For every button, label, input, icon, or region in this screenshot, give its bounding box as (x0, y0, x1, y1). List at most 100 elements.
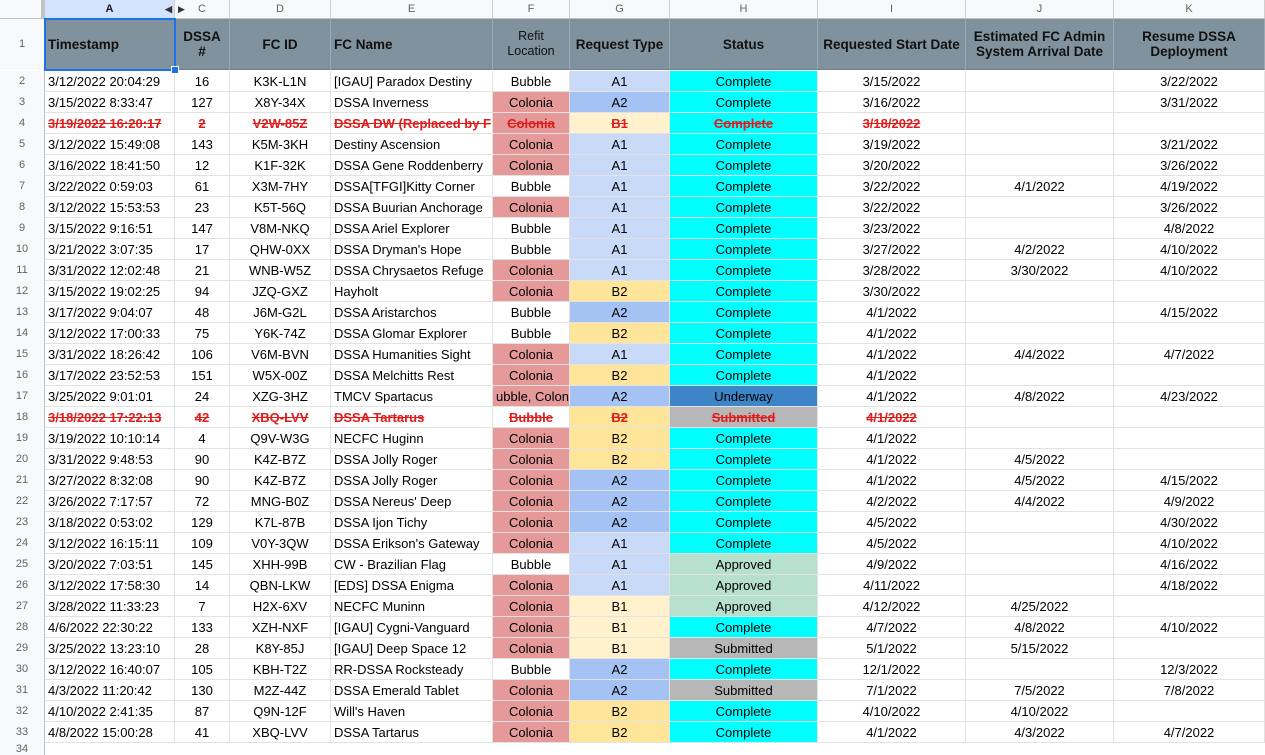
cell-requested-start-date[interactable]: 4/11/2022 (818, 575, 966, 596)
column-header-i[interactable]: I (818, 0, 966, 18)
cell-estimated-arrival-date[interactable] (966, 281, 1114, 302)
cell-dssa-number[interactable]: 130 (175, 680, 230, 701)
cell-refit-location[interactable]: Colonia (493, 113, 570, 134)
cell-requested-start-date[interactable]: 4/1/2022 (818, 302, 966, 323)
cell-refit-location[interactable]: Colonia (493, 533, 570, 554)
cell-timestamp[interactable]: 3/15/2022 8:33:47 (45, 92, 175, 113)
cell-status[interactable]: Complete (670, 449, 818, 470)
cell-requested-start-date[interactable]: 3/20/2022 (818, 155, 966, 176)
cell-request-type[interactable]: A2 (570, 659, 670, 680)
cell-request-type[interactable]: B2 (570, 323, 670, 344)
cell-refit-location[interactable]: Bubble (493, 407, 570, 428)
cell-fc-id[interactable]: K5M-3KH (230, 134, 331, 155)
cell-dssa-number[interactable]: 90 (175, 449, 230, 470)
cell-refit-location[interactable]: Bubble (493, 323, 570, 344)
cell-estimated-arrival-date[interactable] (966, 323, 1114, 344)
cell-refit-location[interactable]: Bubble (493, 239, 570, 260)
cell-timestamp[interactable]: 3/12/2022 17:58:30 (45, 575, 175, 596)
cell-dssa-number[interactable]: 145 (175, 554, 230, 575)
cell-timestamp[interactable]: 3/19/2022 10:10:14 (45, 428, 175, 449)
header-resume-deployment[interactable]: Resume DSSA Deployment (1114, 19, 1265, 70)
cell-request-type[interactable]: B1 (570, 638, 670, 659)
cell-status[interactable]: Complete (670, 92, 818, 113)
cell-status[interactable]: Complete (670, 218, 818, 239)
cell-dssa-number[interactable]: 17 (175, 239, 230, 260)
cell-status[interactable]: Complete (670, 239, 818, 260)
cell-fc-name[interactable]: RR-DSSA Rocksteady (331, 659, 493, 680)
cell-request-type[interactable]: A1 (570, 134, 670, 155)
cell-status[interactable]: Complete (670, 155, 818, 176)
cell-fc-name[interactable]: Hayholt (331, 281, 493, 302)
header-timestamp[interactable]: Timestamp (45, 19, 175, 70)
cell-requested-start-date[interactable]: 3/19/2022 (818, 134, 966, 155)
cell-fc-name[interactable]: DSSA Jolly Roger (331, 470, 493, 491)
cell-estimated-arrival-date[interactable]: 4/5/2022 (966, 449, 1114, 470)
cell-requested-start-date[interactable]: 4/9/2022 (818, 554, 966, 575)
header-fc-name[interactable]: FC Name (331, 19, 493, 70)
cell-estimated-arrival-date[interactable] (966, 407, 1114, 428)
cell-fc-id[interactable]: QHW-0XX (230, 239, 331, 260)
cell-estimated-arrival-date[interactable] (966, 428, 1114, 449)
cell-refit-location[interactable]: Colonia (493, 134, 570, 155)
cell-refit-location[interactable]: Colonia (493, 260, 570, 281)
cell-fc-id[interactable]: M2Z-44Z (230, 680, 331, 701)
cell-request-type[interactable]: B2 (570, 449, 670, 470)
cell-resume-deployment[interactable] (1114, 281, 1265, 302)
cell-refit-location[interactable]: Colonia (493, 197, 570, 218)
cell-resume-deployment[interactable]: 3/26/2022 (1114, 155, 1265, 176)
cell-fc-id[interactable]: K7L-87B (230, 512, 331, 533)
cell-fc-id[interactable]: Y6K-74Z (230, 323, 331, 344)
cell-resume-deployment[interactable]: 4/7/2022 (1114, 344, 1265, 365)
column-header-d[interactable]: D (230, 0, 331, 18)
cell-fc-name[interactable]: DSSA Emerald Tablet (331, 680, 493, 701)
cell-dssa-number[interactable]: 75 (175, 323, 230, 344)
cell-status[interactable]: Complete (670, 197, 818, 218)
cell-status[interactable]: Approved (670, 596, 818, 617)
cell-fc-name[interactable]: DSSA DW (Replaced by F (331, 113, 493, 134)
cell-refit-location[interactable]: Bubble (493, 659, 570, 680)
cell-dssa-number[interactable]: 133 (175, 617, 230, 638)
column-header-k[interactable]: K (1114, 0, 1265, 18)
cell-refit-location[interactable]: Colonia (493, 701, 570, 722)
cell-dssa-number[interactable]: 105 (175, 659, 230, 680)
cell-fc-id[interactable]: MNG-B0Z (230, 491, 331, 512)
cell-request-type[interactable]: A1 (570, 197, 670, 218)
fill-handle[interactable] (171, 66, 179, 74)
cell-refit-location[interactable]: Colonia (493, 470, 570, 491)
cell-timestamp[interactable]: 3/28/2022 11:33:23 (45, 596, 175, 617)
cell-dssa-number[interactable]: 14 (175, 575, 230, 596)
cell-request-type[interactable]: A2 (570, 386, 670, 407)
cell-requested-start-date[interactable]: 3/22/2022 (818, 176, 966, 197)
cell-requested-start-date[interactable]: 3/16/2022 (818, 92, 966, 113)
cell-resume-deployment[interactable]: 4/9/2022 (1114, 491, 1265, 512)
cell-refit-location[interactable]: Bubble (493, 71, 570, 92)
cell-dssa-number[interactable]: 21 (175, 260, 230, 281)
cell-timestamp[interactable]: 3/16/2022 18:41:50 (45, 155, 175, 176)
cell-resume-deployment[interactable] (1114, 596, 1265, 617)
column-header-j[interactable]: J (966, 0, 1114, 18)
cell-dssa-number[interactable]: 2 (175, 113, 230, 134)
cell-dssa-number[interactable]: 106 (175, 344, 230, 365)
cell-fc-id[interactable]: V2W-85Z (230, 113, 331, 134)
cell-refit-location[interactable]: Colonia (493, 365, 570, 386)
cell-fc-name[interactable]: DSSA Dryman's Hope (331, 239, 493, 260)
cell-timestamp[interactable]: 3/12/2022 20:04:29 (45, 71, 175, 92)
cell-timestamp[interactable]: 3/15/2022 9:16:51 (45, 218, 175, 239)
cell-dssa-number[interactable]: 127 (175, 92, 230, 113)
cell-refit-location[interactable]: Colonia (493, 281, 570, 302)
header-dssa[interactable]: DSSA # (175, 19, 230, 70)
cell-estimated-arrival-date[interactable]: 4/4/2022 (966, 344, 1114, 365)
cell-request-type[interactable]: A2 (570, 302, 670, 323)
cell-fc-id[interactable]: K4Z-B7Z (230, 449, 331, 470)
cell-timestamp[interactable]: 3/12/2022 15:49:08 (45, 134, 175, 155)
cell-timestamp[interactable]: 3/27/2022 8:32:08 (45, 470, 175, 491)
cell-dssa-number[interactable]: 143 (175, 134, 230, 155)
cell-status[interactable]: Underway (670, 386, 818, 407)
header-status[interactable]: Status (670, 19, 818, 70)
header-estimated-arrival-date[interactable]: Estimated FC Admin System Arrival Date (966, 19, 1114, 70)
cell-resume-deployment[interactable]: 4/15/2022 (1114, 302, 1265, 323)
cell-status[interactable]: Complete (670, 512, 818, 533)
cell-requested-start-date[interactable]: 4/1/2022 (818, 386, 966, 407)
cell-requested-start-date[interactable]: 4/1/2022 (818, 428, 966, 449)
cell-dssa-number[interactable]: 24 (175, 386, 230, 407)
